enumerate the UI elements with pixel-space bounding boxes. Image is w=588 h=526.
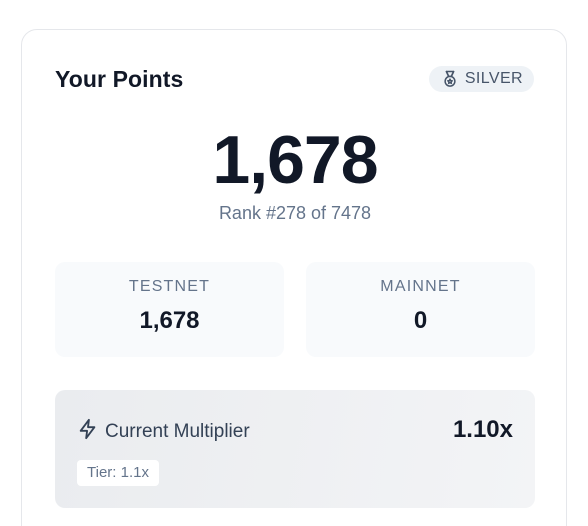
medal-icon xyxy=(441,70,459,88)
total-points: 1,678 xyxy=(212,122,378,198)
multiplier-value: 1.10x xyxy=(452,416,513,443)
multiplier-panel: Current Multiplier 1.10x Tier: 1.1x xyxy=(55,390,535,508)
tier-badge-label: SILVER xyxy=(464,70,523,87)
testnet-stat: TESTNET 1,678 xyxy=(55,262,284,357)
mainnet-stat: MAINNET 0 xyxy=(306,262,535,357)
mainnet-label: MAINNET xyxy=(380,278,461,295)
testnet-label: TESTNET xyxy=(128,278,211,295)
page: Your Points SILVER 1,678 Rank #278 of 74… xyxy=(0,0,588,526)
tier-chip: Tier: 1.1x xyxy=(77,460,159,486)
lightning-bolt-icon xyxy=(77,418,99,445)
multiplier-header: Current Multiplier xyxy=(77,418,250,445)
mainnet-value: 0 xyxy=(413,307,428,334)
card-title: Your Points xyxy=(55,65,184,92)
tier-badge: SILVER xyxy=(428,66,534,92)
testnet-value: 1,678 xyxy=(139,307,200,334)
multiplier-label: Current Multiplier xyxy=(105,420,250,442)
points-card: Your Points SILVER 1,678 Rank #278 of 74… xyxy=(21,29,567,526)
card-header: Your Points SILVER xyxy=(55,64,534,94)
rank-text: Rank #278 of 7478 xyxy=(218,203,372,223)
